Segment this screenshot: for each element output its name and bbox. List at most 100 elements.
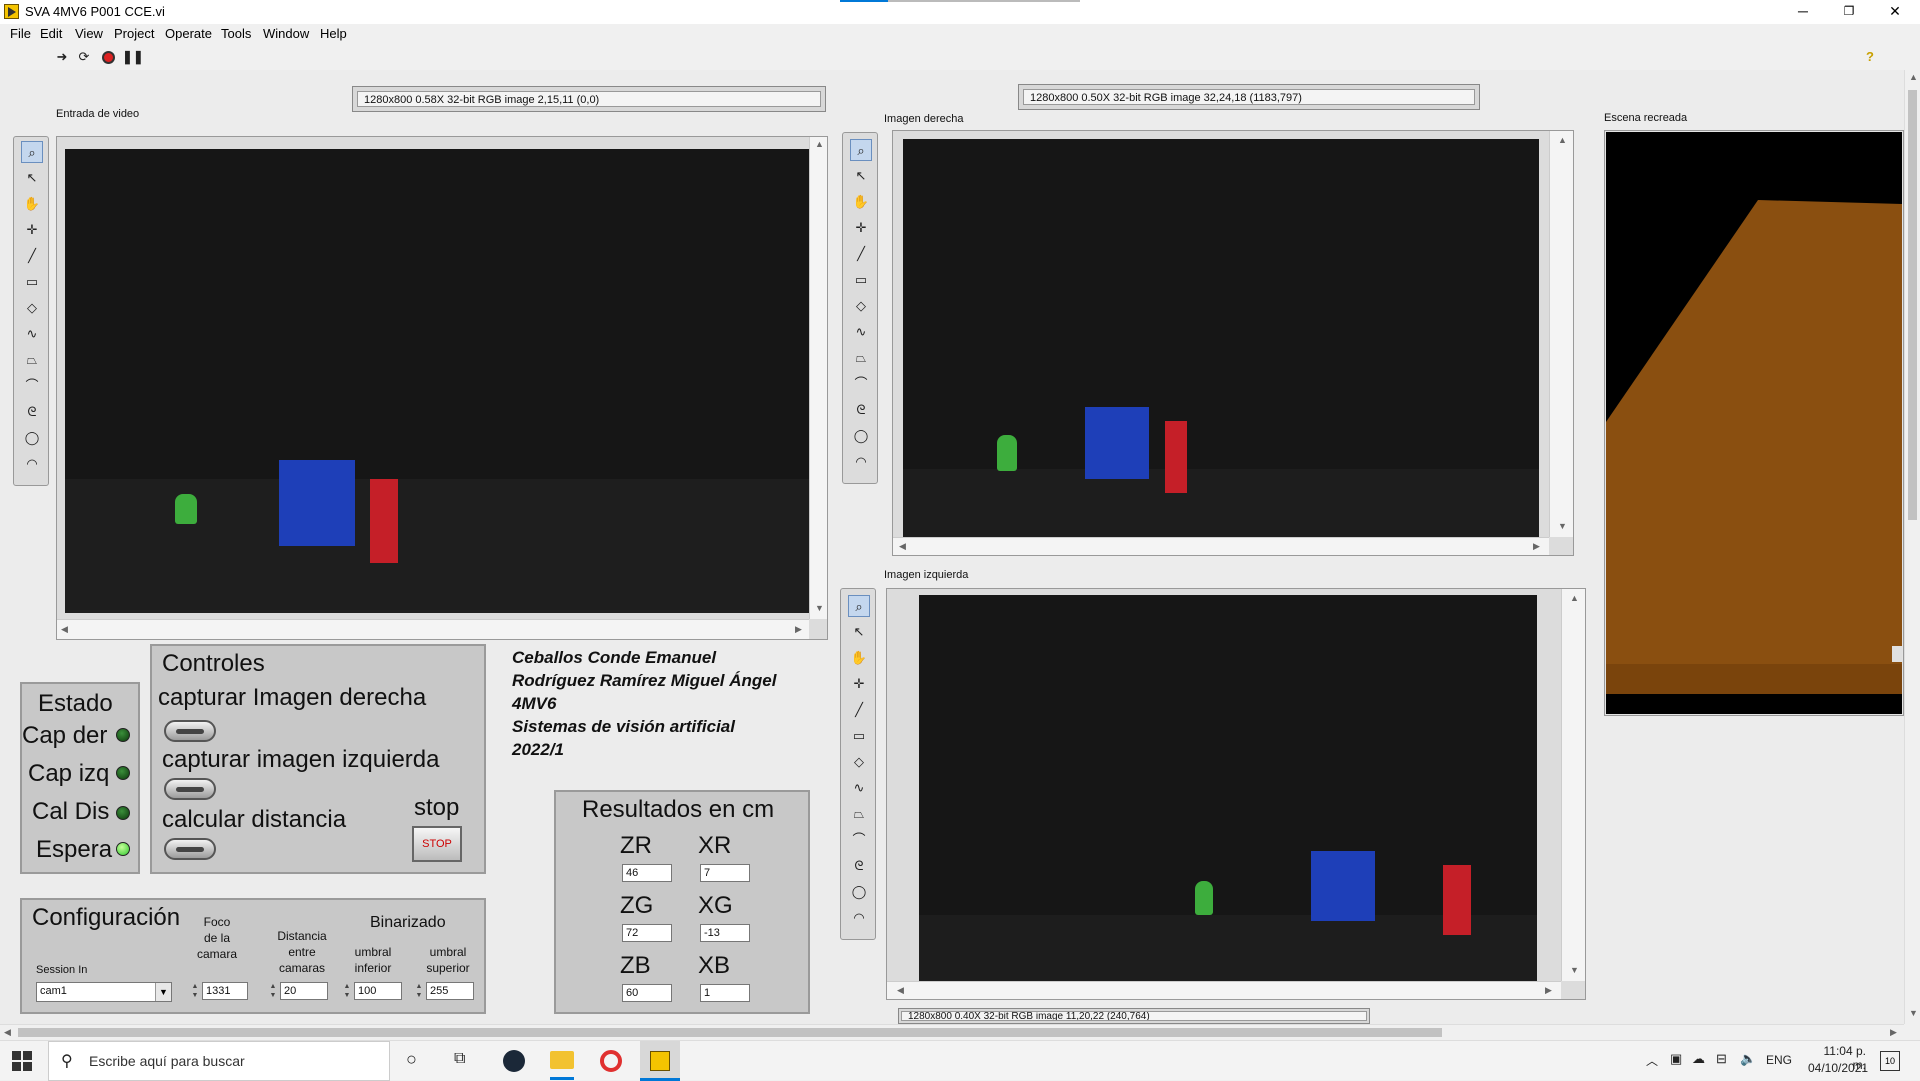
- tray-chevron-icon[interactable]: ︿: [1646, 1052, 1658, 1069]
- capturar-derecha-switch[interactable]: [164, 720, 216, 742]
- opera-icon[interactable]: [600, 1050, 622, 1072]
- task-view-icon[interactable]: ⧉: [454, 1050, 465, 1068]
- language-indicator[interactable]: ENG: [1766, 1053, 1792, 1067]
- umbral-superior-value[interactable]: 255: [426, 982, 474, 1000]
- rectangle-tool-icon[interactable]: ▭: [850, 269, 872, 291]
- umbral-inferior-stepper[interactable]: ▲ ▼: [342, 982, 352, 1002]
- panel-horizontal-scrollbar[interactable]: ◀ ▶: [0, 1024, 1904, 1040]
- annulus-tool-icon[interactable]: ◠: [21, 453, 43, 475]
- rotated-rect-tool-icon[interactable]: ◇: [848, 751, 870, 773]
- menu-edit[interactable]: Edit: [40, 26, 62, 41]
- run-arrow-icon[interactable]: ➜: [54, 49, 70, 65]
- vscroll-thumb[interactable]: [1908, 90, 1917, 520]
- freehand-line-tool-icon[interactable]: ∿: [850, 321, 872, 343]
- right-img-vscroll[interactable]: ▲ ▼: [1549, 131, 1573, 537]
- broken-line-tool-icon[interactable]: ⌒: [850, 373, 872, 395]
- notification-center-icon[interactable]: 10: [1880, 1051, 1900, 1071]
- capturar-izquierda-switch[interactable]: [164, 778, 216, 800]
- pointer-tool-icon[interactable]: ↖: [21, 167, 43, 189]
- foco-stepper[interactable]: ▲ ▼: [190, 982, 200, 1002]
- network-icon[interactable]: ⊟: [1716, 1051, 1727, 1067]
- context-help-icon[interactable]: ?: [1862, 49, 1878, 65]
- windows-start-icon[interactable]: [12, 1051, 32, 1071]
- rotated-rect-tool-icon[interactable]: ◇: [850, 295, 872, 317]
- video-in-display[interactable]: ▲ ▼ ◀ ▶: [56, 136, 828, 640]
- onedrive-cloud-icon[interactable]: ☁: [1692, 1051, 1705, 1067]
- pointer-tool-icon[interactable]: ↖: [848, 621, 870, 643]
- oval-tool-icon[interactable]: ◯: [21, 427, 43, 449]
- taskbar-search-box[interactable]: ⚲ Escribe aquí para buscar: [48, 1041, 390, 1081]
- umbral-superior-stepper[interactable]: ▲ ▼: [414, 982, 424, 1002]
- left-img-vscroll[interactable]: ▲ ▼: [1561, 589, 1585, 981]
- menu-view[interactable]: View: [75, 26, 103, 41]
- annulus-tool-icon[interactable]: ◠: [848, 907, 870, 929]
- labview-taskbar-button[interactable]: [640, 1041, 680, 1081]
- zoom-tool-icon[interactable]: ⌕: [21, 141, 43, 163]
- rectangle-tool-icon[interactable]: ▭: [848, 725, 870, 747]
- line-tool-icon[interactable]: ╱: [850, 243, 872, 265]
- video-in-hscroll[interactable]: ◀ ▶: [57, 619, 809, 639]
- right-img-hscroll[interactable]: ◀ ▶: [893, 537, 1549, 555]
- left-img-display[interactable]: ▲ ▼ ◀ ▶: [886, 588, 1586, 1000]
- menu-tools[interactable]: Tools: [221, 26, 251, 41]
- distancia-stepper[interactable]: ▲ ▼: [268, 982, 278, 1002]
- foco-value[interactable]: 1331: [202, 982, 248, 1000]
- right-img-display[interactable]: ▲ ▼ ◀ ▶: [892, 130, 1574, 556]
- annulus-tool-icon[interactable]: ◠: [850, 451, 872, 473]
- video-in-vscroll[interactable]: ▲ ▼: [809, 137, 827, 619]
- zoom-tool-icon[interactable]: ⌕: [848, 595, 870, 617]
- oval-tool-icon[interactable]: ◯: [850, 425, 872, 447]
- menu-window[interactable]: Window: [263, 26, 309, 41]
- broken-line-tool-icon[interactable]: ⌒: [21, 375, 43, 397]
- pan-tool-icon[interactable]: ✋: [21, 193, 43, 215]
- pan-tool-icon[interactable]: ✋: [850, 191, 872, 213]
- left-img-image[interactable]: [919, 595, 1537, 981]
- minimize-button[interactable]: ─: [1780, 0, 1826, 24]
- left-img-hscroll[interactable]: ◀ ▶: [887, 981, 1561, 999]
- freehand-tool-icon[interactable]: ᘓ: [850, 399, 872, 421]
- line-tool-icon[interactable]: ╱: [848, 699, 870, 721]
- restore-button[interactable]: ❐: [1826, 0, 1872, 24]
- calcular-distancia-switch[interactable]: [164, 838, 216, 860]
- close-button[interactable]: ✕: [1872, 0, 1918, 24]
- pan-tool-icon[interactable]: ✋: [848, 647, 870, 669]
- polygon-tool-icon[interactable]: ⏢: [848, 803, 870, 825]
- zoom-tool-icon[interactable]: ⌕: [850, 139, 872, 161]
- freehand-line-tool-icon[interactable]: ∿: [21, 323, 43, 345]
- steam-icon[interactable]: [503, 1050, 525, 1072]
- broken-line-tool-icon[interactable]: ⌒: [848, 829, 870, 851]
- abort-icon[interactable]: [100, 49, 116, 65]
- menu-file[interactable]: File: [10, 26, 31, 41]
- polygon-tool-icon[interactable]: ⏢: [850, 347, 872, 369]
- freehand-tool-icon[interactable]: ᘓ: [21, 401, 43, 423]
- freehand-line-tool-icon[interactable]: ∿: [848, 777, 870, 799]
- menu-help[interactable]: Help: [320, 26, 347, 41]
- distancia-value[interactable]: 20: [280, 982, 328, 1000]
- stop-button[interactable]: STOP: [412, 826, 462, 862]
- right-img-image[interactable]: [903, 139, 1539, 537]
- video-in-image[interactable]: [65, 149, 809, 613]
- session-in-select[interactable]: cam1 ▼: [36, 982, 172, 1002]
- run-continuously-icon[interactable]: ⟳: [76, 49, 92, 65]
- menu-project[interactable]: Project: [114, 26, 154, 41]
- volume-icon[interactable]: 🔈: [1740, 1051, 1756, 1067]
- umbral-inferior-value[interactable]: 100: [354, 982, 402, 1000]
- line-tool-icon[interactable]: ╱: [21, 245, 43, 267]
- dropdown-arrow-icon[interactable]: ▼: [155, 983, 171, 1001]
- panel-vertical-scrollbar[interactable]: ▲ ▼: [1904, 70, 1920, 1024]
- oval-tool-icon[interactable]: ◯: [848, 881, 870, 903]
- polygon-tool-icon[interactable]: ⏢: [21, 349, 43, 371]
- tray-device-icon[interactable]: ▣: [1670, 1051, 1682, 1067]
- pause-icon[interactable]: ❚❚: [122, 49, 144, 65]
- freehand-tool-icon[interactable]: ᘓ: [848, 855, 870, 877]
- cortana-icon[interactable]: ○: [406, 1049, 417, 1070]
- point-tool-icon[interactable]: ✛: [850, 217, 872, 239]
- rotated-rect-tool-icon[interactable]: ◇: [21, 297, 43, 319]
- clock-date[interactable]: 04/10/2021: [1808, 1061, 1868, 1075]
- pointer-tool-icon[interactable]: ↖: [850, 165, 872, 187]
- file-explorer-icon[interactable]: [550, 1051, 574, 1069]
- point-tool-icon[interactable]: ✛: [21, 219, 43, 241]
- menu-operate[interactable]: Operate: [165, 26, 212, 41]
- rectangle-tool-icon[interactable]: ▭: [21, 271, 43, 293]
- point-tool-icon[interactable]: ✛: [848, 673, 870, 695]
